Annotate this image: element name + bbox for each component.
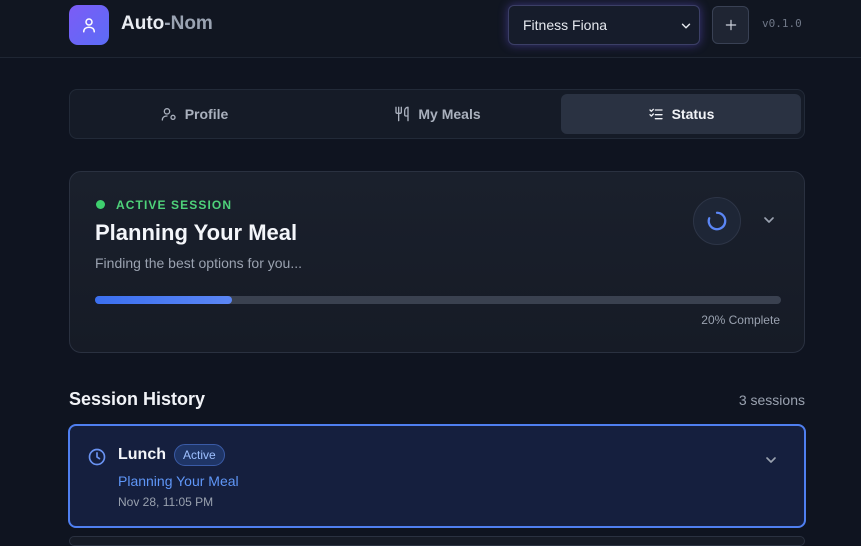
active-session-card: ACTIVE SESSION Planning Your Meal Findin… [69, 171, 805, 353]
progress-text: 20% Complete [701, 313, 780, 327]
active-indicator-dot [96, 200, 105, 209]
version-label: v0.1.0 [762, 17, 802, 30]
session-history-count: 3 sessions [738, 392, 805, 408]
add-profile-button[interactable] [712, 6, 749, 44]
app-header: Auto-Nom Fitness Fiona v0.1.0 [0, 0, 861, 58]
session-timestamp: Nov 28, 11:05 PM [118, 495, 214, 509]
active-session-title: Planning Your Meal [95, 220, 298, 245]
progress-bar-fill [95, 296, 233, 304]
app-title-primary: Auto [121, 13, 165, 34]
status-badge: Active [174, 444, 225, 466]
chevron-down-icon[interactable] [761, 212, 777, 228]
tab-my-meals[interactable]: My Meals [317, 94, 558, 134]
app-logo [69, 5, 109, 45]
profile-select[interactable]: Fitness Fiona [508, 5, 700, 45]
plus-icon [725, 19, 736, 31]
chevron-down-icon [681, 23, 691, 29]
tab-status-label: Status [671, 106, 715, 122]
session-history-item[interactable] [69, 536, 805, 546]
tab-profile-label: Profile [184, 106, 229, 122]
session-name: Lunch [118, 446, 166, 463]
active-session-label: ACTIVE SESSION [116, 198, 233, 212]
tab-status[interactable]: Status [561, 94, 801, 134]
app-title-secondary: -Nom [164, 13, 213, 34]
chevron-down-icon[interactable] [763, 452, 779, 468]
session-status: Planning Your Meal [118, 473, 239, 489]
user-icon [83, 18, 95, 33]
app-title: Auto-Nom [121, 13, 213, 35]
tab-my-meals-label: My Meals [418, 106, 481, 122]
main-tabs: Profile My Meals Status [69, 89, 805, 139]
user-settings-icon [161, 108, 176, 121]
utensils-icon [395, 106, 410, 122]
session-history-title: Session History [69, 389, 206, 409]
tab-profile[interactable]: Profile [74, 94, 315, 134]
spinner-icon [707, 211, 727, 231]
list-checks-icon [648, 108, 663, 120]
clock-icon [88, 448, 106, 466]
active-session-subtitle: Finding the best options for you... [95, 255, 303, 271]
progress-bar [95, 296, 781, 304]
profile-select-value: Fitness Fiona [523, 17, 608, 33]
loading-spinner [693, 197, 741, 245]
session-history-item[interactable]: Lunch Active Planning Your Meal Nov 28, … [68, 424, 806, 528]
